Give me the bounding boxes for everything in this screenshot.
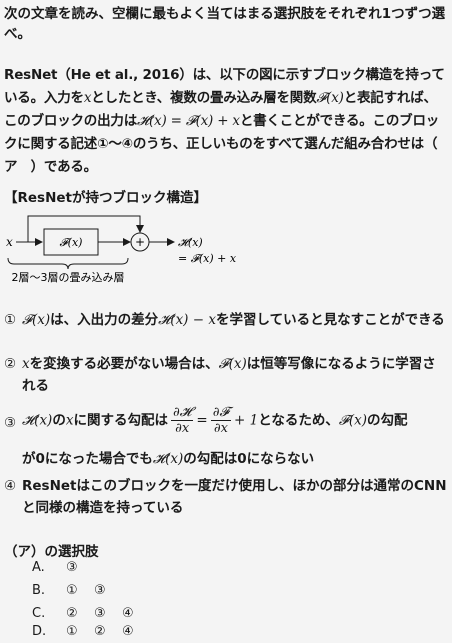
- brace: [7, 257, 129, 270]
- sum-symbol: +: [135, 235, 145, 249]
- choice-option: ④: [122, 624, 134, 639]
- math-fx: 𝓕(x): [218, 356, 247, 372]
- fraction-numerator: ∂𝓕: [210, 405, 232, 421]
- statement-3: ③ 𝓗(x)のxに関する勾配は ∂𝓗 ∂x = ∂𝓕 ∂x + 1となるため、𝓕(x)の勾配…: [4, 405, 448, 470]
- math-hx-equation: 𝓗(x) = 𝓕(x) + x: [137, 113, 240, 129]
- fraction-df-dx: ∂𝓕 ∂x: [210, 405, 232, 436]
- choice-option: ②: [94, 624, 106, 639]
- input-label: x: [6, 235, 13, 249]
- statement-1: ① 𝓕(x)は、入出力の差分𝓗(x) − xを学習していると見なすことができる: [4, 309, 448, 331]
- choice-option: ①: [66, 624, 78, 639]
- fraction-numerator: ∂𝓗: [170, 405, 194, 421]
- statement-number: ③: [4, 415, 17, 431]
- choice-option: ①: [66, 583, 78, 598]
- math-plus-one: + 1: [234, 412, 259, 429]
- math-fx: 𝓕(x): [338, 412, 367, 429]
- statement-text: の勾配: [366, 412, 408, 429]
- statement-text: の: [52, 412, 66, 429]
- math-fx: 𝓕(x): [22, 312, 51, 328]
- choice-d[interactable]: D. ① ② ④: [32, 624, 150, 639]
- question-paragraph: ResNet（He et al., 2016）は、以下の図に示すブロック構造を持…: [4, 64, 451, 179]
- choice-label: A.: [32, 560, 45, 575]
- statement-text: が0になった場合でも: [22, 451, 153, 467]
- fraction-denominator: ∂x: [175, 421, 190, 436]
- statement-number: ④: [4, 478, 17, 494]
- choice-option: ③: [94, 583, 106, 598]
- choice-a[interactable]: A. ③: [32, 560, 94, 575]
- choice-label: C.: [32, 606, 46, 621]
- math-equals: =: [196, 412, 208, 429]
- math-difference: 𝓗(x) − x: [158, 312, 216, 328]
- paragraph-text: としたとき、複数の畳み込み層を関数: [91, 90, 317, 106]
- statement-text: に関する勾配は: [73, 412, 168, 429]
- fraction-dh-dx: ∂𝓗 ∂x: [170, 405, 194, 436]
- choice-c[interactable]: C. ② ③ ④: [32, 606, 150, 621]
- instruction: 次の文章を読み、空欄に最もよく当てはまる選択肢をそれぞれ1つずつ選べ。: [4, 6, 446, 42]
- choice-option: ④: [122, 606, 134, 621]
- block-label: 𝓕(x): [60, 236, 83, 249]
- choice-option: ②: [66, 606, 78, 621]
- statement-4: ④ ResNetはこのブロックを一度だけ使用し、ほかの部分は通常のCNNと同様の…: [4, 475, 448, 519]
- statement-number: ①: [4, 312, 17, 328]
- resnet-block-diagram: x 𝓕(x) + 𝓗(x) = 𝓕(x) + x 2層〜3層の畳み込み層: [4, 206, 448, 286]
- statement-text: を学習していると見なすことができる: [215, 312, 445, 328]
- statement-number: ②: [4, 356, 17, 372]
- math-hx: 𝓗(x): [152, 451, 184, 467]
- statement-2: ② xを変換する必要がない場合は、𝓕(x)は恒等写像になるように学習される: [4, 353, 448, 397]
- choices-title: （ア）の選択肢: [4, 544, 99, 560]
- statement-text: を変換する必要がない場合は、: [29, 356, 219, 372]
- choice-b[interactable]: B. ① ③: [32, 583, 122, 598]
- math-hx: 𝓗(x): [22, 412, 53, 429]
- statement-text: は、入出力の差分: [50, 312, 159, 328]
- math-x: x: [22, 356, 30, 372]
- fraction-denominator: ∂x: [213, 421, 228, 436]
- statement-text: ResNetはこのブロックを一度だけ使用し、ほかの部分は通常のCNNと同様の構造…: [22, 478, 447, 516]
- statement-text: となるため、: [258, 412, 339, 429]
- choice-label: D.: [32, 624, 47, 639]
- diagram-heading: 【ResNetが持つブロック構造】: [4, 190, 207, 206]
- brace-label: 2層〜3層の畳み込み層: [12, 271, 125, 284]
- choice-label: B.: [32, 583, 46, 598]
- statement-text: の勾配は0にならない: [183, 451, 315, 467]
- output-equation: = 𝓕(x) + x: [178, 252, 237, 265]
- math-fx: 𝓕(x): [316, 90, 344, 106]
- choice-option: ③: [94, 606, 106, 621]
- output-label: 𝓗(x): [178, 236, 203, 249]
- choice-option: ③: [66, 560, 78, 575]
- diagram-svg: x 𝓕(x) + 𝓗(x) = 𝓕(x) + x 2層〜3層の畳み込み層: [6, 215, 237, 284]
